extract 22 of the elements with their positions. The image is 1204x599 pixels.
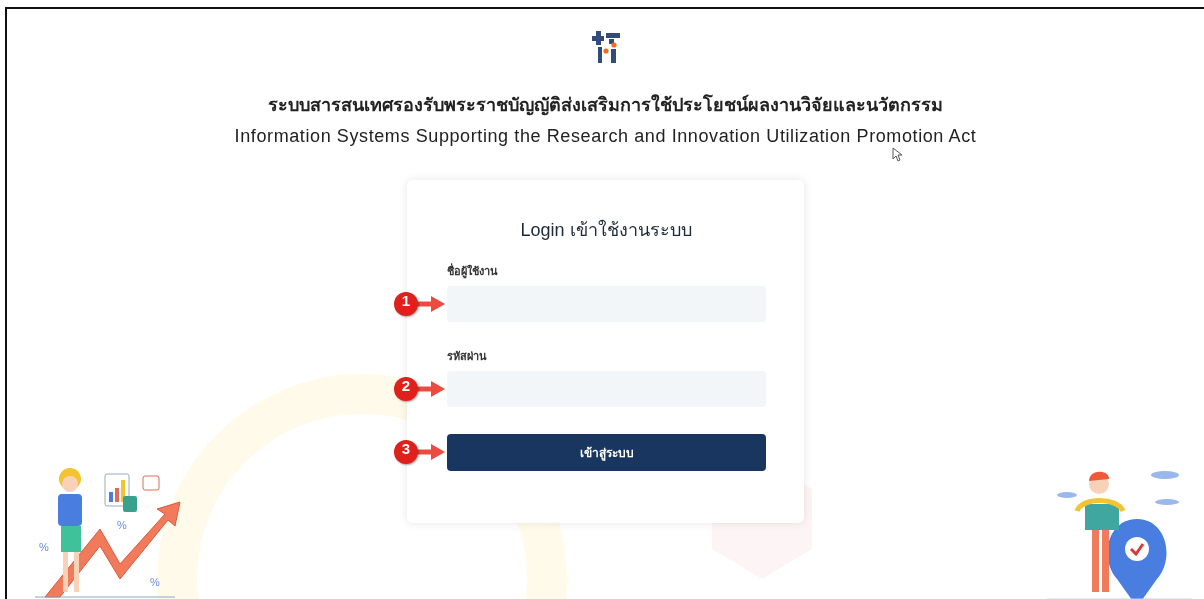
percent-sign: % <box>39 541 49 553</box>
arrow-icon <box>415 295 445 313</box>
login-button[interactable]: เข้าสู่ระบบ <box>447 434 766 471</box>
calculator-icon <box>123 496 137 512</box>
arrow-icon <box>415 443 445 461</box>
calendar-icon <box>142 475 160 491</box>
cloud-icon <box>1151 471 1179 479</box>
cloud-icon <box>1155 499 1179 505</box>
field-label: ชื่อผู้ใช้งาน <box>447 264 499 278</box>
callout-number: 2 <box>394 377 418 401</box>
field-label: รหัสผ่าน <box>447 349 488 363</box>
arrow-icon <box>415 380 445 398</box>
chart-sheet-icon <box>104 473 130 507</box>
mouse-cursor-icon <box>892 147 903 162</box>
cloud-icon <box>1057 492 1077 498</box>
system-title-thai: ระบบสารสนเทศรองรับพระราชบัญญัติส่งเสริมการใช้ประโยชน์ผลงานวิจัยและนวัตกรรม <box>268 94 943 116</box>
percent-sign: % <box>117 519 127 531</box>
system-title-english: Information Systems Supporting the Research and Innovation Utilization Promotion Act <box>234 125 977 147</box>
card-title: Login เข้าใช้งานระบบ <box>519 218 693 242</box>
callout-number: 1 <box>394 292 418 316</box>
percent-sign: % <box>150 576 160 588</box>
callout-number: 3 <box>394 440 418 464</box>
